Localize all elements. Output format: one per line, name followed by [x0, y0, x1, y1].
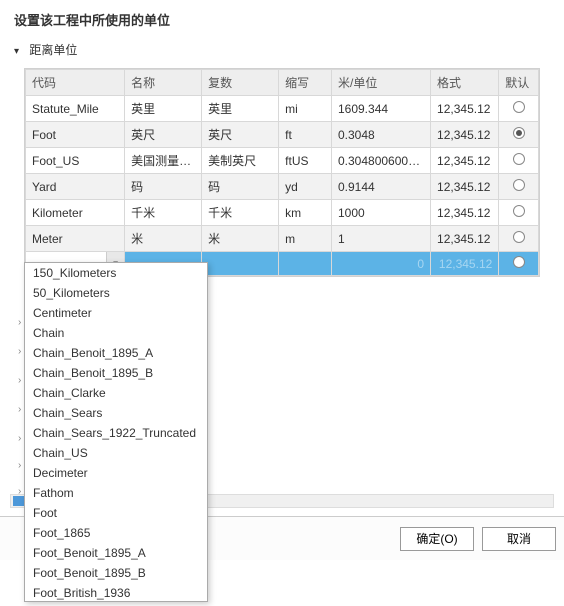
cell-plural[interactable]: 千米 [202, 200, 279, 226]
cell-format[interactable]: 12,345.12 [431, 226, 499, 252]
table-row[interactable]: Kilometer千米千米km100012,345.12 [26, 200, 539, 226]
col-default[interactable]: 默认 [499, 70, 539, 96]
col-plural[interactable]: 复数 [202, 70, 279, 96]
cell-perunit[interactable]: 1609.344 [331, 96, 430, 122]
cell-abbr[interactable]: km [279, 200, 332, 226]
table-header-row: 代码 名称 复数 缩写 米/单位 格式 默认 [26, 70, 539, 96]
cell-plural[interactable]: 美制英尺 [202, 148, 279, 174]
cell-perunit[interactable]: 0.3048 [331, 122, 430, 148]
cell-name[interactable]: 美国测量英尺 [125, 148, 202, 174]
cell-code[interactable]: Statute_Mile [26, 96, 125, 122]
cancel-button[interactable]: 取消 [482, 527, 556, 551]
dropdown-item[interactable]: Chain [25, 323, 207, 343]
cell-perunit[interactable]: 1 [331, 226, 430, 252]
cell-abbr[interactable]: yd [279, 174, 332, 200]
cell-perunit[interactable]: 0.9144 [331, 174, 430, 200]
col-abbr[interactable]: 缩写 [279, 70, 332, 96]
cell-format[interactable]: 12,345.12 [431, 96, 499, 122]
code-dropdown-list[interactable]: 150_Kilometers50_KilometersCentimeterCha… [24, 262, 208, 602]
cell-default[interactable] [499, 174, 539, 200]
cell-default[interactable] [499, 226, 539, 252]
cell-plural[interactable]: 英里 [202, 96, 279, 122]
cell-format[interactable]: 12,345.12 [431, 174, 499, 200]
table-row[interactable]: Yard码码yd0.914412,345.12 [26, 174, 539, 200]
dropdown-item[interactable]: Foot_British_1936 [25, 583, 207, 602]
cell-plural[interactable]: 英尺 [202, 122, 279, 148]
new-perunit[interactable]: 0 [331, 252, 430, 276]
dropdown-item[interactable]: Chain_Benoit_1895_B [25, 363, 207, 383]
cell-plural[interactable]: 米 [202, 226, 279, 252]
ok-button[interactable]: 确定(O) [400, 527, 474, 551]
dropdown-item[interactable]: Fathom [25, 483, 207, 503]
cell-default[interactable] [499, 96, 539, 122]
dropdown-item[interactable]: Foot_Benoit_1895_B [25, 563, 207, 583]
dropdown-item[interactable]: Foot_1865 [25, 523, 207, 543]
cell-default[interactable] [499, 200, 539, 226]
default-radio[interactable] [513, 256, 525, 268]
col-perunit[interactable]: 米/单位 [331, 70, 430, 96]
cell-format[interactable]: 12,345.12 [431, 122, 499, 148]
table-row[interactable]: Statute_Mile英里英里mi1609.34412,345.12 [26, 96, 539, 122]
default-radio[interactable] [513, 179, 525, 191]
new-default[interactable] [499, 252, 539, 276]
default-radio[interactable] [513, 231, 525, 243]
dropdown-item[interactable]: Foot_Benoit_1895_A [25, 543, 207, 563]
chevron-down-icon: ▾ [14, 46, 22, 57]
cell-name[interactable]: 英里 [125, 96, 202, 122]
default-radio[interactable] [513, 205, 525, 217]
col-format[interactable]: 格式 [431, 70, 499, 96]
cell-format[interactable]: 12,345.12 [431, 200, 499, 226]
cell-abbr[interactable]: ft [279, 122, 332, 148]
cell-format[interactable]: 12,345.12 [431, 148, 499, 174]
cell-perunit[interactable]: 0.30480060096... [331, 148, 430, 174]
new-plural[interactable] [202, 252, 279, 276]
cell-name[interactable]: 码 [125, 174, 202, 200]
cell-code[interactable]: Meter [26, 226, 125, 252]
cell-perunit[interactable]: 1000 [331, 200, 430, 226]
page-title: 设置该工程中所使用的单位 [0, 0, 564, 37]
dropdown-item[interactable]: Chain_US [25, 443, 207, 463]
new-format[interactable]: 12,345.12 [431, 252, 499, 276]
dropdown-item[interactable]: Chain_Sears_1922_Truncated [25, 423, 207, 443]
dropdown-item[interactable]: Centimeter [25, 303, 207, 323]
dropdown-item[interactable]: Decimeter [25, 463, 207, 483]
cell-abbr[interactable]: m [279, 226, 332, 252]
cell-code[interactable]: Kilometer [26, 200, 125, 226]
col-name[interactable]: 名称 [125, 70, 202, 96]
dropdown-item[interactable]: 150_Kilometers [25, 263, 207, 283]
dropdown-item[interactable]: Chain_Clarke [25, 383, 207, 403]
table-row[interactable]: Foot_US美国测量英尺美制英尺ftUS0.30480060096...12,… [26, 148, 539, 174]
dropdown-item[interactable]: Foot [25, 503, 207, 523]
dropdown-item[interactable]: Chain_Sears [25, 403, 207, 423]
cell-code[interactable]: Foot_US [26, 148, 125, 174]
cell-plural[interactable]: 码 [202, 174, 279, 200]
cell-abbr[interactable]: ftUS [279, 148, 332, 174]
cell-default[interactable] [499, 148, 539, 174]
dropdown-item[interactable]: 50_Kilometers [25, 283, 207, 303]
cell-name[interactable]: 千米 [125, 200, 202, 226]
section-label: 距离单位 [29, 43, 77, 57]
new-abbr[interactable] [279, 252, 332, 276]
default-radio[interactable] [513, 101, 525, 113]
dropdown-item[interactable]: Chain_Benoit_1895_A [25, 343, 207, 363]
default-radio[interactable] [513, 153, 525, 165]
cell-name[interactable]: 英尺 [125, 122, 202, 148]
cell-code[interactable]: Foot [26, 122, 125, 148]
table-row[interactable]: Meter米米m112,345.12 [26, 226, 539, 252]
cell-default[interactable] [499, 122, 539, 148]
table-row[interactable]: Foot英尺英尺ft0.304812,345.12 [26, 122, 539, 148]
col-code[interactable]: 代码 [26, 70, 125, 96]
cell-name[interactable]: 米 [125, 226, 202, 252]
default-radio[interactable] [513, 127, 525, 139]
cell-abbr[interactable]: mi [279, 96, 332, 122]
cell-code[interactable]: Yard [26, 174, 125, 200]
units-table: 代码 名称 复数 缩写 米/单位 格式 默认 Statute_Mile英里英里m… [24, 68, 540, 277]
section-distance-units[interactable]: ▾ 距离单位 [0, 37, 564, 68]
